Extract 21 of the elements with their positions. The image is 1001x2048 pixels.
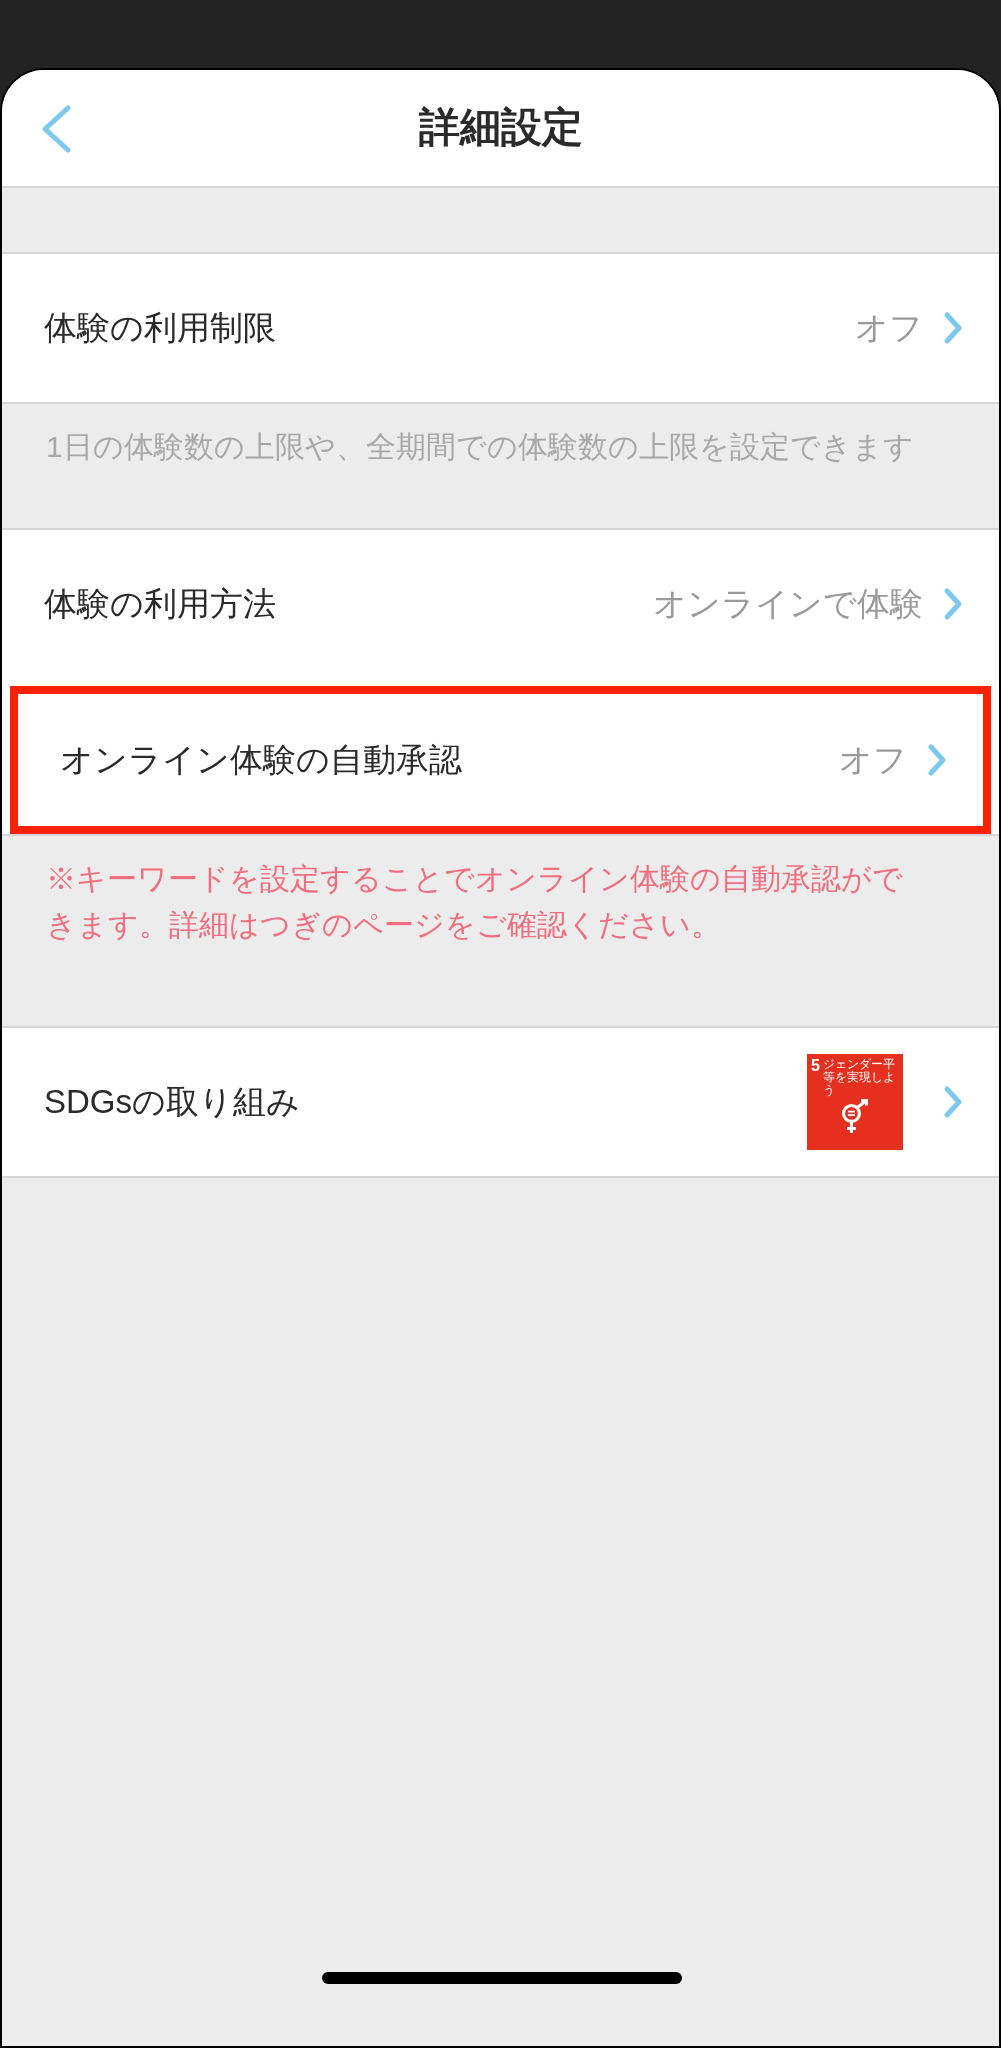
back-icon[interactable] bbox=[40, 104, 72, 154]
screen-title: 詳細設定 bbox=[418, 103, 583, 153]
settings-row[interactable]: 体験の利用方法 オンラインで体験 bbox=[2, 530, 999, 678]
row-value: オフ bbox=[839, 740, 907, 781]
row-label: SDGsの取り組み bbox=[44, 1082, 301, 1123]
warning-note: ※キーワードを設定することでオンライン体験の自動承認ができます。詳細はつぎのページをご確認ください。 bbox=[45, 861, 904, 943]
badge-number: 5 bbox=[811, 1058, 820, 1074]
chevron-icon bbox=[943, 311, 963, 345]
gender-equality-icon bbox=[840, 1098, 870, 1135]
help-text: 1日の体験数の上限や、全期間での体験数の上限を設定できます bbox=[45, 429, 915, 465]
settings-row[interactable]: オンライン体験の自動承認 オフ bbox=[10, 686, 991, 834]
row-label: 体験の利用制限 bbox=[44, 308, 277, 349]
chevron-icon bbox=[943, 587, 963, 621]
settings-row[interactable]: 体験の利用制限 オフ bbox=[2, 254, 999, 402]
chevron-icon bbox=[927, 743, 947, 777]
row-value: オフ bbox=[855, 308, 923, 349]
chevron-icon bbox=[943, 1085, 963, 1119]
badge-caption: ジェンダー平等を実現しよう bbox=[822, 1058, 895, 1098]
row-label: 体験の利用方法 bbox=[44, 584, 277, 625]
row-value: オンラインで体験 bbox=[653, 584, 923, 625]
row-label: オンライン体験の自動承認 bbox=[60, 740, 463, 781]
